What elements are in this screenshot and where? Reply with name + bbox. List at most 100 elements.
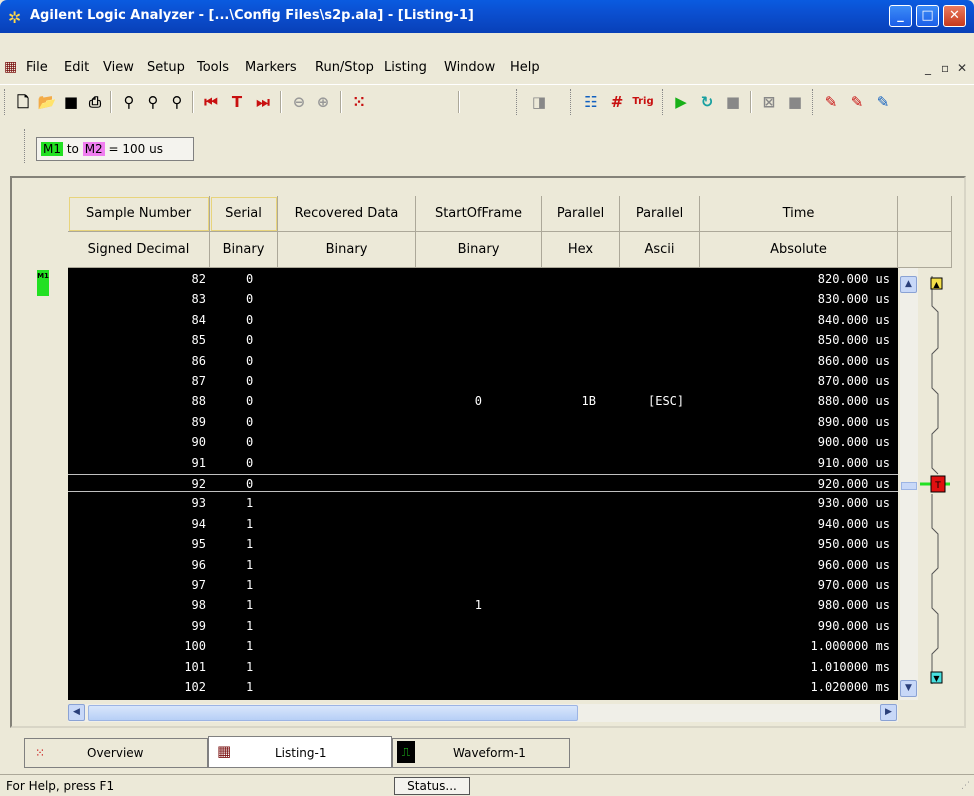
scroll-right-icon[interactable]: ▶ [880, 704, 897, 721]
table-row[interactable]: 83 0 830.000 us [68, 290, 898, 308]
find-icon[interactable]: ⚲ [118, 91, 140, 113]
menu-help[interactable]: Help [510, 60, 540, 75]
column-format[interactable]: Binary [278, 232, 416, 268]
table-row[interactable]: 95 1 950.000 us [68, 535, 898, 553]
stop-ext-icon[interactable]: ◨ [528, 91, 550, 113]
column-header[interactable]: Parallel [542, 196, 620, 232]
column-header[interactable]: Recovered Data [278, 196, 416, 232]
table-row[interactable]: 97 1 970.000 us [68, 576, 898, 594]
menu-tools[interactable]: Tools [197, 60, 229, 75]
new-icon[interactable]: 🗋 [12, 91, 34, 113]
menu-window[interactable]: Window [444, 60, 495, 75]
menu-markers[interactable]: Markers [245, 60, 297, 75]
menu-edit[interactable]: Edit [64, 60, 89, 75]
table-row[interactable]: 86 0 860.000 us [68, 352, 898, 370]
resize-grip-icon[interactable]: ⋰ [961, 781, 970, 791]
table-row[interactable]: 89 0 890.000 us [68, 413, 898, 431]
marker-interval-button[interactable]: M1 to M2 = 100 us [36, 137, 194, 161]
table-row[interactable]: 102 1 1.020000 ms [68, 678, 898, 696]
mdi-close-icon[interactable]: ✕ [957, 61, 967, 75]
halt-icon[interactable]: ■ [784, 91, 806, 113]
tab-listing-1[interactable]: ▦ Listing-1 [208, 736, 392, 768]
m1-marker-flag[interactable]: M1 [37, 270, 49, 296]
run-icon[interactable]: ▶ [670, 91, 692, 113]
column-header[interactable]: Parallel [620, 196, 700, 232]
table-row[interactable]: 88 0 0 1B [ESC] 880.000 us [68, 392, 898, 410]
menu-setup[interactable]: Setup [147, 60, 185, 75]
table-row[interactable]: 93 1 930.000 us [68, 494, 898, 512]
horizontal-scroll-thumb[interactable] [88, 705, 578, 721]
zoom-in-icon[interactable]: ⊕ [312, 91, 334, 113]
table-row[interactable]: 82 0 820.000 us [68, 270, 898, 288]
cell-sample: 88 [191, 394, 206, 409]
menu-view[interactable]: View [103, 60, 134, 75]
marker-tool-2-icon[interactable]: ✎ [846, 91, 868, 113]
horizontal-scrollbar[interactable]: ◀ ▶ [68, 704, 898, 722]
table-row[interactable]: 94 1 940.000 us [68, 515, 898, 533]
go-to-start-icon[interactable]: ⏮ [200, 91, 222, 113]
marker-bar-grip [24, 129, 27, 163]
column-header[interactable]: StartOfFrame [416, 196, 542, 232]
cell-sample: 102 [184, 680, 206, 694]
zoom-out-icon[interactable]: ⊖ [288, 91, 310, 113]
cancel-icon[interactable]: ⊠ [758, 91, 780, 113]
scroll-left-icon[interactable]: ◀ [68, 704, 85, 721]
table-row[interactable]: 87 0 870.000 us [68, 372, 898, 390]
column-format[interactable]: Binary [210, 232, 278, 268]
scroll-up-icon[interactable]: ▲ [900, 276, 917, 293]
column-header[interactable]: Sample Number [68, 196, 210, 232]
save-icon[interactable]: ■ [60, 91, 82, 113]
tab-waveform-1[interactable]: ⎍ Waveform-1 [392, 738, 570, 768]
status-button[interactable]: Status... [394, 777, 470, 795]
vertical-scrollbar[interactable]: ▲ ▼ [900, 268, 918, 700]
menu-run-stop[interactable]: Run/Stop [315, 60, 374, 75]
table-row[interactable]: 101 1 1.010000 ms [68, 658, 898, 676]
mdi-restore-icon[interactable]: ▫ [941, 61, 949, 75]
table-row[interactable]: 91 0 910.000 us [68, 454, 898, 472]
run-repetitive-icon[interactable]: ↻ [696, 91, 718, 113]
bus-signal-icon[interactable]: # [606, 91, 628, 113]
menu-listing[interactable]: Listing [384, 60, 427, 75]
sampling-setup-icon[interactable]: ☷ [580, 91, 602, 113]
table-row[interactable]: 90 0 900.000 us [68, 433, 898, 451]
maximize-button[interactable]: □ [916, 5, 939, 27]
marker-tool-1-icon[interactable]: ✎ [820, 91, 842, 113]
scroll-down-icon[interactable]: ▼ [900, 680, 917, 697]
cell-time: 830.000 us [817, 292, 890, 307]
column-format[interactable]: Hex [542, 232, 620, 268]
column-header[interactable]: Serial [210, 196, 278, 232]
find-next-icon[interactable]: ⚲ [166, 91, 188, 113]
minimize-button[interactable]: _ [889, 5, 912, 27]
column-header[interactable]: Time [700, 196, 898, 232]
go-to-end-icon[interactable]: ⏭ [252, 91, 274, 113]
column-format[interactable]: Binary [416, 232, 542, 268]
go-to-trigger-icon[interactable]: T [226, 91, 248, 113]
close-button[interactable]: ✕ [943, 5, 966, 27]
cell-serial: 0 [246, 394, 254, 409]
stop-icon[interactable]: ■ [722, 91, 744, 113]
table-row[interactable]: 85 0 850.000 us [68, 331, 898, 349]
find-prev-icon[interactable]: ⚲ [142, 91, 164, 113]
column-format[interactable]: Ascii [620, 232, 700, 268]
print-icon[interactable]: ⎙ [84, 91, 106, 113]
cell-serial: 0 [246, 477, 254, 491]
table-row[interactable]: 98 1 1 980.000 us [68, 596, 898, 614]
markers-icon[interactable]: ⁙ [348, 91, 370, 113]
table-row[interactable]: 96 1 960.000 us [68, 556, 898, 574]
trigger-setup-icon[interactable]: Trig [632, 91, 654, 113]
listing-data[interactable]: 82 0 820.000 us 83 0 830.000 us 84 0 840.000 us 8… [68, 268, 898, 700]
vertical-scroll-thumb[interactable] [901, 482, 917, 490]
table-row[interactable]: 99 1 990.000 us [68, 617, 898, 635]
menu-file[interactable]: File [26, 60, 48, 75]
table-row[interactable]: 100 1 1.000000 ms [68, 637, 898, 655]
open-icon[interactable]: 📂 [36, 91, 58, 113]
column-format[interactable]: Signed Decimal [68, 232, 210, 268]
tab-overview[interactable]: ⁙ Overview [24, 738, 208, 768]
overview-strip[interactable]: ▲ T ▼ [918, 268, 952, 700]
mdi-minimize-icon[interactable]: _ [925, 61, 931, 75]
table-row[interactable]: 92 0 920.000 us [68, 474, 898, 492]
cell-serial: 0 [246, 292, 254, 307]
marker-tool-3-icon[interactable]: ✎ [872, 91, 894, 113]
table-row[interactable]: 84 0 840.000 us [68, 311, 898, 329]
column-format[interactable]: Absolute [700, 232, 898, 268]
